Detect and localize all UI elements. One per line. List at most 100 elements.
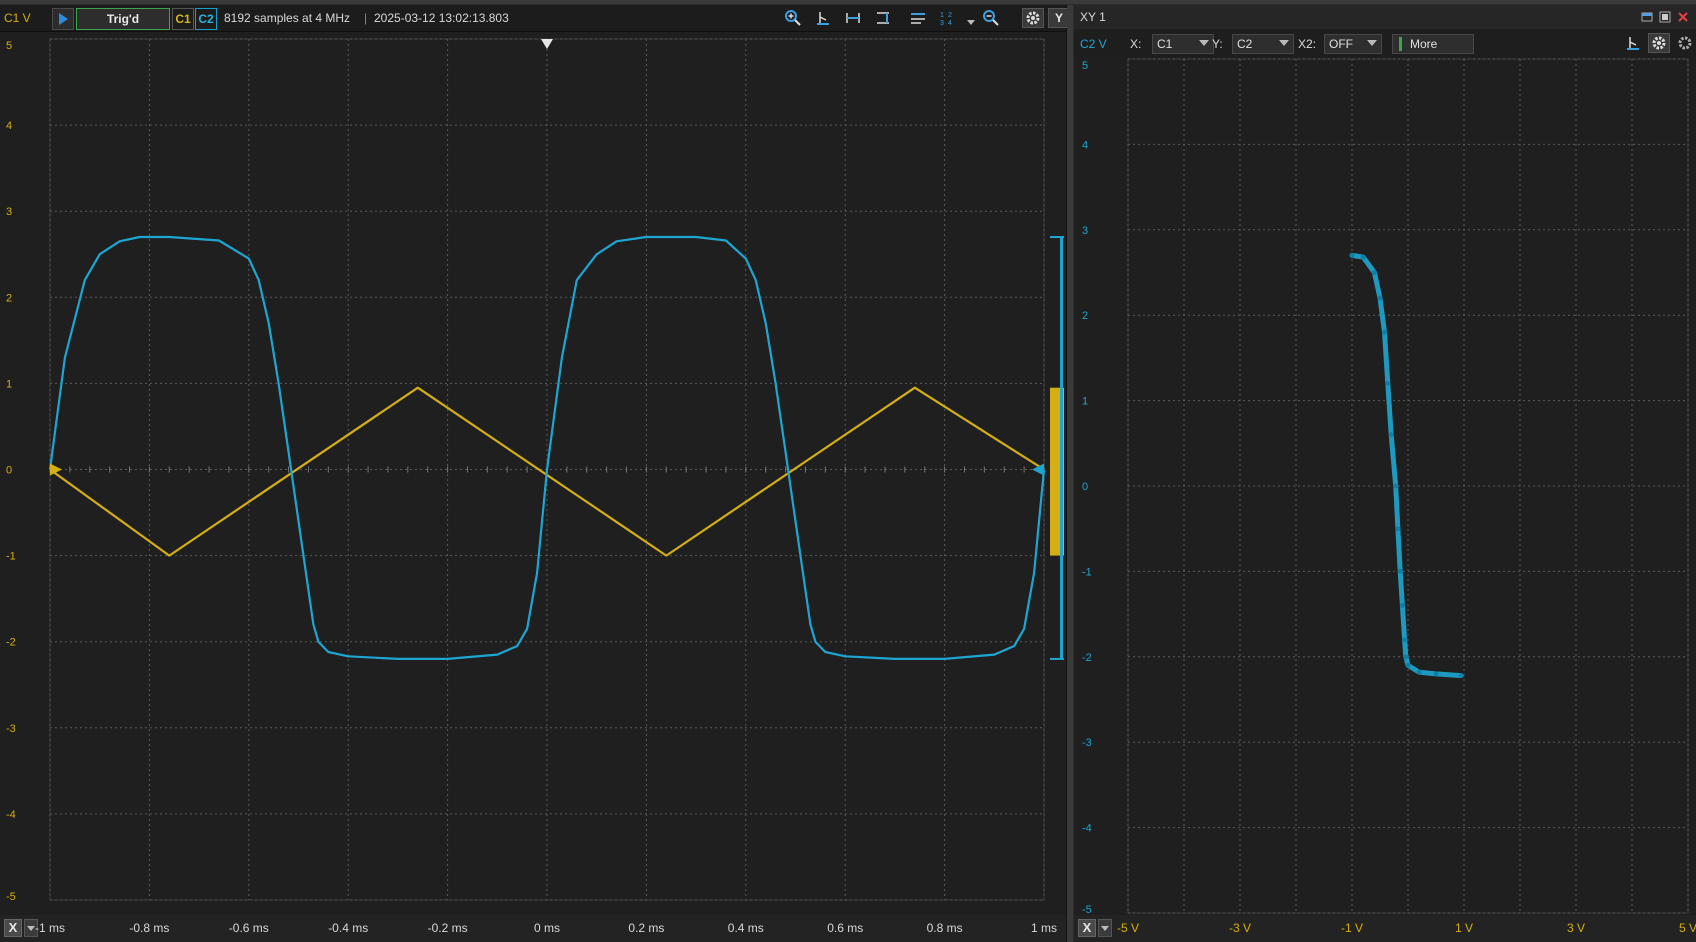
- xy-point: [1385, 381, 1391, 387]
- xy-y-tick-label: -4: [1082, 823, 1092, 835]
- scope-y-tick-label: -5: [6, 891, 16, 903]
- x-source-select[interactable]: C1: [1152, 34, 1214, 54]
- vertical-cursor-icon[interactable]: [872, 8, 894, 28]
- scope-y-tick-label: -3: [6, 723, 16, 735]
- cursor-icon[interactable]: [1622, 33, 1644, 53]
- channel-1-button[interactable]: C1: [172, 8, 194, 30]
- scope-y-tick-label: 5: [6, 40, 12, 52]
- xy-point: [1433, 671, 1439, 677]
- gear-icon[interactable]: [1022, 8, 1044, 28]
- xy-point: [1397, 568, 1403, 574]
- scope-y-tick-label: 1: [6, 378, 12, 390]
- scope-x-tick-labels: -1 ms -0.8 ms -0.6 ms -0.4 ms -0.2 ms 0 ms 0.2…: [35, 921, 1057, 935]
- xy-chart[interactable]: 5 4 3 2 1 0 -1 -2 -3 -4 -5: [1074, 57, 1696, 916]
- c2-histogram-peak: [1050, 657, 1064, 660]
- zoom-in-icon[interactable]: [782, 8, 804, 28]
- horizontal-cursor-icon[interactable]: [842, 8, 864, 28]
- measurements-icon[interactable]: 1234: [936, 8, 958, 28]
- xy-y-tick-label: 4: [1082, 139, 1088, 151]
- xy-x-tick-label: 5 V: [1679, 921, 1696, 935]
- scope-pane: C1 V Trig'd C1 C2 8192 samples at 4 MHz …: [0, 5, 1070, 942]
- xy-point: [1395, 526, 1401, 532]
- xy-pane: XY 1 C2 V X: C1 Y: C2 X2: OFF More 5 4 3 2 1…: [1074, 5, 1696, 942]
- xy-x-tick-label: -1 V: [1341, 921, 1363, 935]
- x-source-value: C1: [1157, 37, 1173, 51]
- svg-text:1: 1: [940, 12, 944, 19]
- xy-point: [1377, 295, 1383, 301]
- zoom-out-icon[interactable]: [980, 8, 1002, 28]
- xy-point: [1371, 270, 1377, 275]
- scope-y-tick-label: 2: [6, 292, 12, 304]
- xy-x-tick-label: 3 V: [1567, 921, 1585, 935]
- xy-y-tick-label: -5: [1082, 904, 1092, 915]
- xy-x-axis-bar: X -5 V -3 V -1 V1 V3 V5 V: [1074, 915, 1696, 941]
- scope-chart[interactable]: 5 4 3 2 1 0 -1 -2 -3 -4 -5: [0, 32, 1066, 915]
- more-options-icon[interactable]: [1674, 33, 1696, 53]
- xy-point: [1416, 669, 1422, 675]
- xy-point: [1393, 483, 1399, 489]
- scope-x-tick-label: 1 ms: [1031, 921, 1057, 935]
- xy-point: [1388, 432, 1394, 438]
- more-label: More: [1410, 37, 1438, 51]
- y-source-select[interactable]: C2: [1232, 34, 1294, 54]
- xy-title-bar: XY 1: [1074, 5, 1696, 30]
- xy-point: [1349, 252, 1355, 258]
- info-separator: |: [364, 11, 368, 25]
- play-icon: [59, 13, 68, 25]
- xy-y-tick-label: 0: [1082, 481, 1088, 493]
- scope-y-tick-label: -4: [6, 809, 16, 821]
- y-source-value: C2: [1237, 37, 1253, 51]
- scope-y-tick-label: -2: [6, 637, 16, 649]
- scope-plot-area[interactable]: 5 4 3 2 1 0 -1 -2 -3 -4 -5: [0, 32, 1066, 915]
- xy-point: [1403, 654, 1409, 660]
- pane-divider[interactable]: [1067, 5, 1073, 942]
- xy-y-axis-label: C2 V: [1080, 37, 1107, 51]
- scope-y-axis-label: C1 V: [4, 11, 31, 25]
- xy-y-tick-label: 3: [1082, 225, 1088, 237]
- y-source-label: Y:: [1212, 37, 1223, 51]
- scope-y-tick-label: 4: [6, 120, 12, 132]
- scope-x-tick-label: 0.2 ms: [628, 921, 664, 935]
- xy-plot-area[interactable]: 5 4 3 2 1 0 -1 -2 -3 -4 -5: [1074, 57, 1696, 916]
- xy-y-tick-label: 1: [1082, 396, 1088, 408]
- c2-histogram-peak: [1050, 236, 1064, 239]
- scope-x-tick-label: 0.4 ms: [728, 921, 764, 935]
- xy-point: [1399, 603, 1405, 609]
- restore-icon[interactable]: [1658, 10, 1672, 24]
- x2-source-select[interactable]: OFF: [1324, 34, 1382, 54]
- more-indicator-icon: [1399, 37, 1402, 51]
- scope-x-tick-label: 0.6 ms: [827, 921, 863, 935]
- scope-x-tick-label: -0.2 ms: [428, 921, 468, 935]
- xy-point: [1458, 673, 1464, 679]
- dropdown-icon[interactable]: [964, 8, 978, 28]
- scope-toolbar: C1 V Trig'd C1 C2 8192 samples at 4 MHz …: [0, 5, 1070, 32]
- scope-x-tick-label: 0 ms: [534, 921, 560, 935]
- xy-point: [1405, 662, 1411, 668]
- more-button[interactable]: More: [1392, 34, 1474, 54]
- xy-title: XY 1: [1080, 10, 1106, 24]
- xy-x-tick-labels: -5 V -3 V -1 V 1 V 3 V 5 V: [1117, 921, 1696, 935]
- xy-y-tick-label: 5: [1082, 60, 1088, 72]
- xy-y-tick-label: -1: [1082, 566, 1092, 578]
- xy-y-tick-label: -2: [1082, 652, 1092, 664]
- scope-y-tick-label: -1: [6, 551, 16, 563]
- channel-2-button[interactable]: C2: [195, 8, 217, 30]
- xy-x-tick-label: -5 V: [1117, 921, 1139, 935]
- c2-histogram: [1060, 237, 1063, 659]
- close-icon[interactable]: [1676, 10, 1690, 24]
- gear-icon[interactable]: [1648, 33, 1670, 53]
- scope-x-tick-label: -1 ms: [35, 921, 65, 935]
- cursor-icon[interactable]: [812, 8, 834, 28]
- bars-icon[interactable]: [907, 8, 929, 28]
- scope-x-tick-label: -0.4 ms: [328, 921, 368, 935]
- svg-text:2: 2: [948, 12, 952, 19]
- svg-text:4: 4: [948, 20, 952, 27]
- acquisition-info: 8192 samples at 4 MHz: [224, 11, 351, 25]
- minimize-icon[interactable]: [1640, 10, 1654, 24]
- xy-toolbar: C2 V X: C1 Y: C2 X2: OFF More: [1074, 29, 1696, 58]
- xy-y-tick-label: -3: [1082, 737, 1092, 749]
- trigger-status[interactable]: Trig'd: [76, 8, 170, 30]
- scope-y-tick-label: 0: [6, 465, 12, 477]
- acquisition-timestamp: 2025-03-12 13:02:13.803: [374, 11, 509, 25]
- run-button[interactable]: [52, 8, 74, 30]
